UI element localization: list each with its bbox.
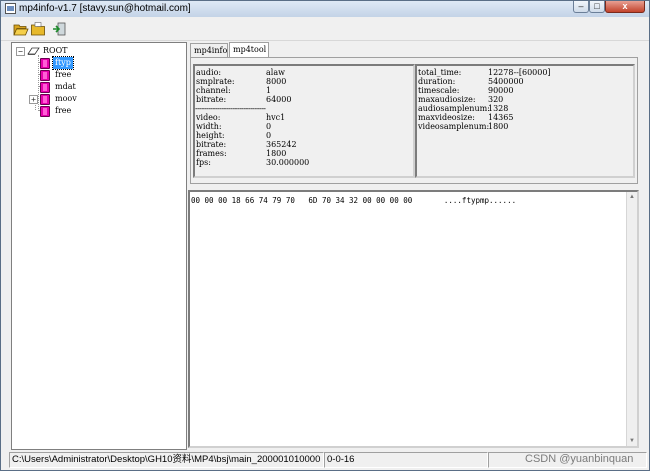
atom-tree: − ROOT ftyp free mdat + moov free	[12, 43, 186, 449]
info-key: height:	[196, 131, 225, 140]
info-key: duration:	[418, 77, 456, 86]
toolbar	[1, 17, 649, 41]
info-value: 0	[266, 122, 272, 131]
info-value: 30.000000	[266, 158, 310, 167]
app-window: mp4info-v1.7 [stavy.sun@hotmail.com] – □…	[0, 0, 650, 471]
folder-open-icon[interactable]	[13, 21, 29, 37]
stream-info-box: audio: alaw smplrate: 8000 channel: 1 bitra…	[193, 64, 415, 178]
info-value: 90000	[488, 86, 514, 95]
info-value: 5400000	[488, 77, 524, 86]
file-info-box: total_time: 12278--[60000] duration: 54000…	[415, 64, 635, 178]
status-time: 0-0-16	[324, 452, 488, 468]
info-key: maxvideosize:	[418, 113, 475, 122]
expand-toggle[interactable]: +	[29, 95, 38, 104]
watermark: CSDN @yuanbinquan	[525, 453, 634, 465]
atom-icon	[40, 94, 50, 105]
atom-icon	[40, 70, 50, 81]
tree-node-label: mdat	[55, 82, 76, 91]
info-panel: mp4info mp4tool audio: alaw smplrate: 8000…	[188, 42, 640, 188]
info-key: video:	[196, 113, 221, 122]
info-value: alaw	[266, 68, 285, 77]
info-key: fps:	[196, 158, 211, 167]
tree-node-label: moov	[55, 94, 77, 103]
atom-icon	[40, 82, 50, 93]
info-value: 320	[488, 95, 504, 104]
vertical-scrollbar[interactable]: ▲ ▼	[626, 192, 637, 446]
atom-tree-panel[interactable]: − ROOT ftyp free mdat + moov free	[11, 42, 187, 450]
info-value: 1800	[266, 149, 287, 158]
collapse-toggle[interactable]: −	[16, 47, 25, 56]
info-value: 1	[266, 86, 272, 95]
info-key: smplrate:	[196, 77, 235, 86]
info-value: 1328	[488, 104, 509, 113]
title-bar[interactable]: mp4info-v1.7 [stavy.sun@hotmail.com] – □…	[1, 1, 649, 17]
folder-icon[interactable]	[30, 21, 46, 37]
tree-node-label: ftyp	[52, 56, 74, 70]
tree-node-label: free	[55, 106, 72, 115]
scroll-down-icon[interactable]: ▼	[627, 436, 637, 446]
info-key: width:	[196, 122, 222, 131]
maximize-button[interactable]: □	[589, 1, 605, 13]
info-key: audiosamplenum:	[418, 104, 490, 113]
info-value: 64000	[266, 95, 292, 104]
status-file-path: C:\Users\Administrator\Desktop\GH10资料\MP…	[9, 452, 324, 468]
tree-node-label: ROOT	[43, 46, 68, 55]
info-key: bitrate:	[196, 95, 227, 104]
close-button[interactable]: x	[605, 1, 645, 13]
info-key: bitrate:	[196, 140, 227, 149]
atom-icon	[40, 106, 50, 117]
info-key: frames:	[196, 149, 227, 158]
tree-node-label: free	[55, 70, 72, 79]
tab-mp4tool[interactable]: mp4tool	[229, 42, 269, 58]
info-key: audio:	[196, 68, 222, 77]
info-value: 8000	[266, 77, 287, 86]
info-value: 0	[266, 131, 272, 140]
app-icon	[5, 3, 16, 14]
info-value: hvc1	[266, 113, 286, 122]
hex-line: 00 00 00 18 66 74 79 70 6D 70 34 32 00 0…	[191, 196, 517, 205]
root-icon	[27, 47, 40, 55]
hex-view[interactable]: 00 00 00 18 66 74 79 70 6D 70 34 32 00 0…	[188, 190, 639, 448]
exit-icon[interactable]	[51, 21, 67, 37]
info-key: maxaudiosize:	[418, 95, 476, 104]
tab-content: audio: alaw smplrate: 8000 channel: 1 bitra…	[190, 57, 638, 184]
scroll-up-icon[interactable]: ▲	[627, 192, 637, 202]
info-key: timescale:	[418, 86, 460, 95]
info-key: total_time:	[418, 68, 462, 77]
minimize-button[interactable]: –	[573, 1, 589, 13]
tab-mp4info[interactable]: mp4info	[190, 43, 228, 57]
window-title: mp4info-v1.7 [stavy.sun@hotmail.com]	[19, 3, 191, 14]
info-value: 365242	[266, 140, 297, 149]
info-separator: --------------------------------	[195, 104, 266, 113]
atom-icon	[40, 58, 50, 69]
info-key: channel:	[196, 86, 231, 95]
info-value: 14365	[488, 113, 514, 122]
info-value: 12278--[60000]	[488, 68, 551, 77]
info-key: videosamplenum:	[418, 122, 490, 131]
info-value: 1800	[488, 122, 509, 131]
tree-node-moov[interactable]: + moov	[29, 93, 89, 105]
